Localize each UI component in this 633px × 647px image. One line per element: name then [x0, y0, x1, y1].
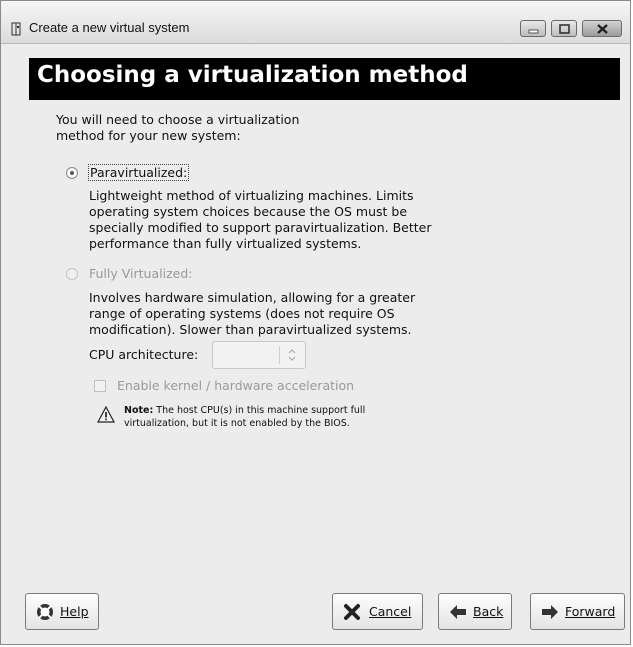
- forward-arrow-icon: [542, 605, 558, 619]
- help-button[interactable]: Help: [25, 593, 99, 630]
- spin-arrows-icon: [288, 349, 296, 361]
- maximize-icon: [559, 24, 570, 34]
- cancel-label: Cancel: [369, 604, 412, 619]
- title-bar[interactable]: Create a new virtual system: [1, 1, 630, 44]
- close-icon: [597, 24, 608, 34]
- window-title: Create a new virtual system: [29, 20, 190, 35]
- paravirtualized-radio[interactable]: [66, 167, 78, 179]
- paravirtualized-label[interactable]: Paravirtualized:: [88, 164, 190, 181]
- minimize-button[interactable]: [520, 20, 546, 37]
- cpu-architecture-select[interactable]: [212, 341, 306, 369]
- enable-acceleration-checkbox[interactable]: [94, 380, 106, 392]
- page-title: Choosing a virtualization method: [37, 62, 468, 88]
- help-label: Help: [60, 604, 89, 619]
- dialog-window: Create a new virtual system Choosing a v…: [0, 0, 631, 645]
- cancel-button[interactable]: Cancel: [332, 593, 423, 630]
- desc-line: specially modified to support paravirtua…: [89, 220, 432, 235]
- minimize-icon: [528, 29, 539, 34]
- back-arrow-icon: [450, 605, 466, 619]
- close-button[interactable]: [582, 20, 622, 37]
- forward-label: Forward: [565, 604, 616, 619]
- note-line-1: The host CPU(s) in this machine support …: [153, 405, 366, 416]
- window-icon: [11, 21, 21, 36]
- fully-virtualized-radio[interactable]: [66, 268, 78, 280]
- cpu-architecture-label: CPU architecture:: [89, 347, 199, 362]
- combo-separator: [279, 346, 280, 364]
- intro-text: You will need to choose a virtualization…: [56, 112, 356, 144]
- desc-line: modification). Slower than paravirtualiz…: [89, 322, 412, 337]
- radio-selected-dot: [70, 171, 74, 175]
- paravirtualized-description: Lightweight method of virtualizing machi…: [89, 188, 489, 252]
- desc-line: Lightweight method of virtualizing machi…: [89, 188, 414, 203]
- page-banner: Choosing a virtualization method: [29, 58, 620, 100]
- fully-virtualized-label[interactable]: Fully Virtualized:: [89, 266, 192, 281]
- note-text: Note: The host CPU(s) in this machine su…: [124, 404, 424, 430]
- help-icon: [37, 604, 53, 620]
- desc-line: range of operating systems (does not req…: [89, 306, 395, 321]
- desc-line: operating system choices because the OS …: [89, 204, 408, 219]
- note-label: Note:: [124, 405, 154, 416]
- enable-acceleration-label[interactable]: Enable kernel / hardware acceleration: [117, 378, 354, 393]
- intro-line-2: method for your new system:: [56, 128, 241, 143]
- back-button[interactable]: Back: [438, 593, 512, 630]
- cancel-icon: [344, 604, 360, 620]
- back-label: Back: [473, 604, 504, 619]
- intro-line-1: You will need to choose a virtualization: [56, 112, 300, 127]
- desc-line: performance than fully virtualized syste…: [89, 236, 362, 251]
- desc-line: Involves hardware simulation, allowing f…: [89, 290, 416, 305]
- warning-icon: [97, 406, 115, 423]
- forward-button[interactable]: Forward: [530, 593, 625, 630]
- note-line-2: virtualization, but it is not enabled by…: [124, 418, 350, 429]
- fully-virtualized-description: Involves hardware simulation, allowing f…: [89, 290, 489, 338]
- maximize-button[interactable]: [551, 20, 577, 37]
